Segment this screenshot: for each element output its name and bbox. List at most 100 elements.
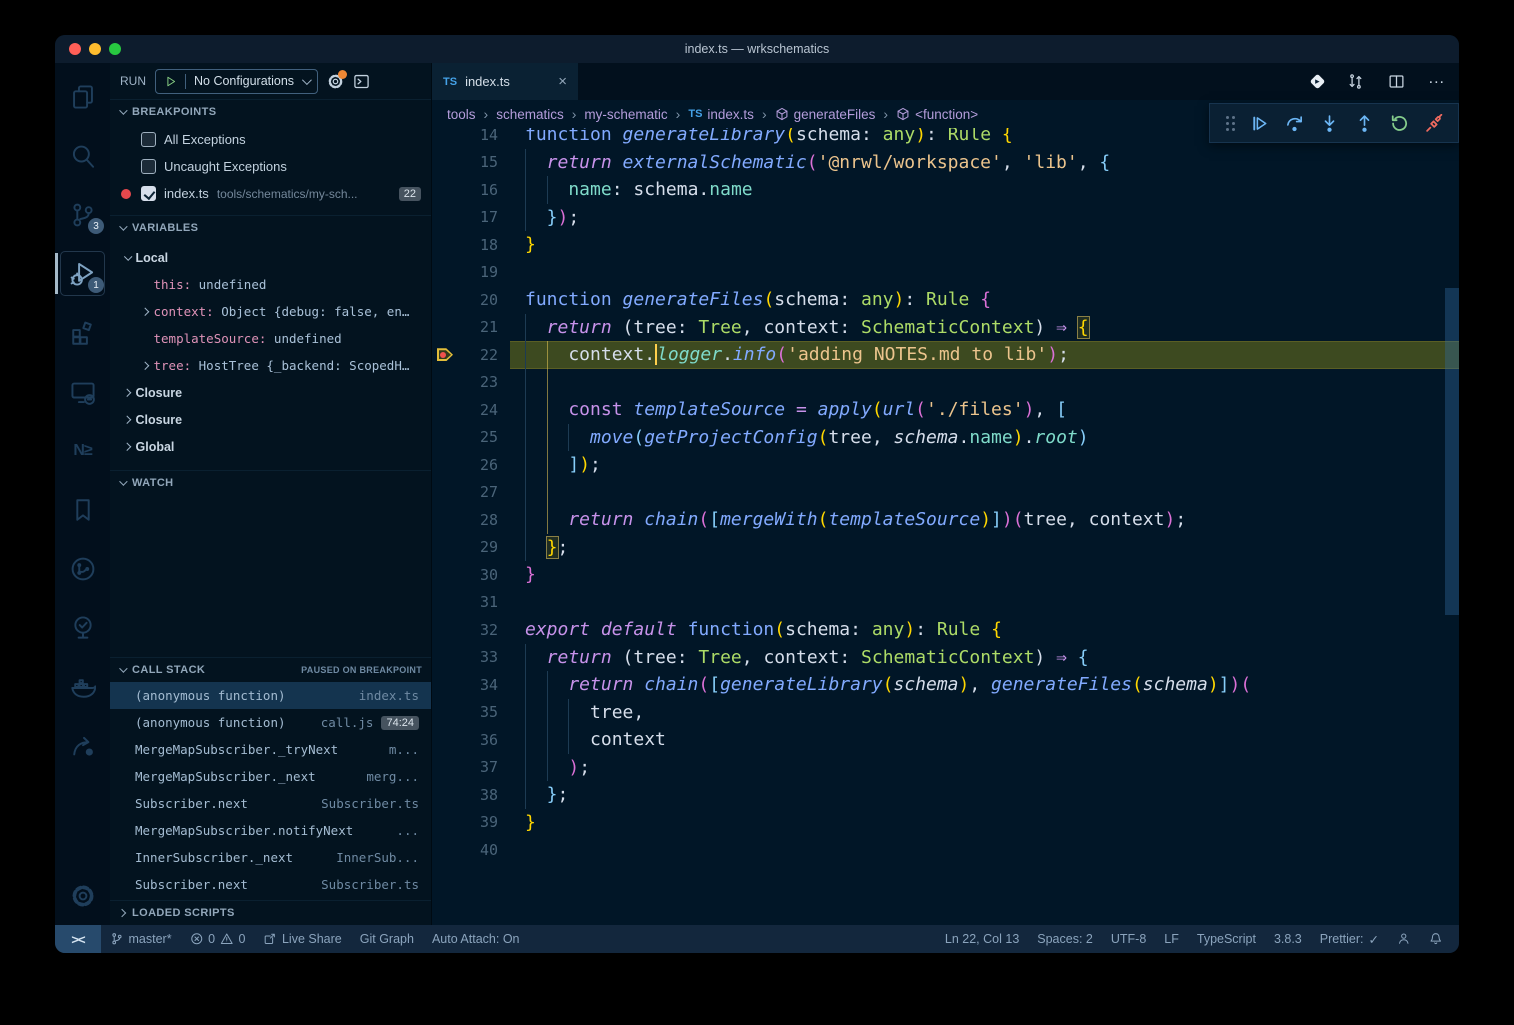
notifications-button[interactable] — [1420, 925, 1452, 953]
git-branch-item[interactable]: master* — [101, 925, 181, 953]
debug-restart-button[interactable] — [1384, 108, 1415, 138]
debug-disconnect-button[interactable] — [1419, 108, 1450, 138]
variable-row[interactable]: Closure — [110, 379, 431, 406]
zoom-window-button[interactable] — [109, 43, 121, 55]
editor-gutter[interactable]: 32 — [432, 616, 510, 644]
breadcrumb-item[interactable]: <function> — [896, 107, 978, 122]
breadcrumb-item[interactable]: generateFiles — [775, 107, 876, 122]
activity-item-explorer[interactable] — [55, 67, 110, 126]
editor-gutter[interactable]: 18 — [432, 231, 510, 259]
editor-gutter[interactable]: 25 — [432, 424, 510, 452]
call-stack-frame[interactable]: (anonymous function)index.ts — [110, 682, 431, 709]
git-graph-item[interactable]: Git Graph — [351, 925, 423, 953]
debug-step-over-button[interactable] — [1279, 108, 1310, 138]
editor-gutter[interactable]: 26 — [432, 451, 510, 479]
call-stack-frame[interactable]: MergeMapSubscriber._nextmerg... — [110, 763, 431, 790]
tab-index-ts[interactable]: TS index.ts × — [432, 63, 578, 100]
debug-step-into-button[interactable] — [1314, 108, 1345, 138]
editor-gutter[interactable]: 24 — [432, 396, 510, 424]
call-stack-frame[interactable]: Subscriber.nextSubscriber.ts — [110, 871, 431, 898]
breakpoint-row[interactable]: index.tstools/schematics/my-sch...22 — [110, 180, 431, 207]
call-stack-frame[interactable]: InnerSubscriber._nextInnerSub... — [110, 844, 431, 871]
editor-gutter[interactable]: 36 — [432, 726, 510, 754]
breakpoint-checkbox[interactable] — [141, 159, 156, 174]
activity-item-nx-console[interactable]: N≥ — [55, 421, 110, 480]
editor-gutter[interactable]: 37 — [432, 754, 510, 782]
language-mode-item[interactable]: TypeScript — [1188, 925, 1265, 953]
editor-gutter[interactable]: 22 — [432, 341, 510, 369]
action-run-file-button[interactable]: ▸ — [1312, 76, 1323, 87]
editor-gutter[interactable]: 20 — [432, 286, 510, 314]
action-split-editor-button[interactable] — [1388, 73, 1405, 90]
live-share-item[interactable]: Live Share — [254, 925, 350, 953]
editor-gutter[interactable]: 23 — [432, 369, 510, 397]
activity-item-manage[interactable] — [55, 866, 110, 925]
variable-row[interactable]: templateSource: undefined — [110, 325, 431, 352]
activity-item-search[interactable] — [55, 126, 110, 185]
prettier-item[interactable]: Prettier:✓ — [1311, 925, 1388, 953]
call-stack-frame[interactable]: MergeMapSubscriber.notifyNext... — [110, 817, 431, 844]
indentation-item[interactable]: Spaces: 2 — [1028, 925, 1102, 953]
breadcrumb-item[interactable]: schematics — [496, 107, 564, 122]
breakpoints-section-header[interactable]: BREAKPOINTS — [110, 99, 431, 124]
editor-scroll-bar[interactable] — [1445, 288, 1459, 615]
activity-item-bookmarks[interactable] — [55, 480, 110, 539]
editor-gutter[interactable]: 21 — [432, 314, 510, 342]
typescript-version-item[interactable]: 3.8.3 — [1265, 925, 1311, 953]
activity-item-docker[interactable] — [55, 657, 110, 716]
activity-item-extensions[interactable] — [55, 303, 110, 362]
editor-gutter[interactable]: 17 — [432, 204, 510, 232]
call-stack-section-header[interactable]: CALL STACK PAUSED ON BREAKPOINT — [110, 657, 431, 682]
editor-gutter[interactable]: 33 — [432, 644, 510, 672]
watch-section-header[interactable]: WATCH — [110, 470, 431, 495]
editor-gutter[interactable]: 28 — [432, 506, 510, 534]
breakpoint-gutter[interactable] — [432, 348, 458, 361]
call-stack-frame[interactable]: Subscriber.nextSubscriber.ts — [110, 790, 431, 817]
editor-gutter[interactable]: 16 — [432, 176, 510, 204]
close-tab-icon[interactable]: × — [558, 73, 567, 90]
editor-gutter[interactable]: 31 — [432, 589, 510, 617]
auto-attach-item[interactable]: Auto Attach: On — [423, 925, 529, 953]
cursor-position-item[interactable]: Ln 22, Col 13 — [936, 925, 1028, 953]
variable-row[interactable]: tree: HostTree {_backend: ScopedH… — [110, 352, 431, 379]
title-bar[interactable]: index.ts — wrkschematics — [55, 35, 1459, 63]
activity-item-source-control[interactable]: 3 — [55, 185, 110, 244]
code-editor[interactable]: 14function generateLibrary(schema: any):… — [432, 128, 1459, 925]
variables-section-header[interactable]: VARIABLES — [110, 215, 431, 240]
debug-step-out-button[interactable] — [1349, 108, 1380, 138]
variable-row[interactable]: Global — [110, 433, 431, 460]
encoding-item[interactable]: UTF-8 — [1102, 925, 1155, 953]
editor-gutter[interactable]: 34 — [432, 671, 510, 699]
activity-item-test-tree[interactable] — [55, 598, 110, 657]
activity-item-run-debug[interactable]: 1 — [55, 244, 110, 303]
close-window-button[interactable] — [69, 43, 81, 55]
feedback-button[interactable] — [1388, 925, 1420, 953]
configure-gear-button[interactable] — [327, 73, 344, 90]
editor-gutter[interactable]: 19 — [432, 259, 510, 287]
variable-row[interactable]: context: Object {debug: false, en… — [110, 298, 431, 325]
editor-gutter[interactable]: 14 — [432, 128, 510, 149]
eol-item[interactable]: LF — [1155, 925, 1188, 953]
editor-gutter[interactable]: 30 — [432, 561, 510, 589]
minimize-window-button[interactable] — [89, 43, 101, 55]
variable-row[interactable]: Closure — [110, 406, 431, 433]
activity-item-live-share[interactable] — [55, 716, 110, 775]
remote-indicator[interactable]: >< — [55, 925, 101, 953]
editor-gutter[interactable]: 40 — [432, 836, 510, 864]
variable-row[interactable]: this: undefined — [110, 271, 431, 298]
loaded-scripts-section-header[interactable]: LOADED SCRIPTS — [110, 900, 431, 925]
breadcrumb-item[interactable]: tools — [447, 107, 476, 122]
editor-gutter[interactable]: 35 — [432, 699, 510, 727]
editor-gutter[interactable]: 27 — [432, 479, 510, 507]
activity-item-remote-explorer[interactable] — [55, 362, 110, 421]
debug-continue-button[interactable] — [1244, 108, 1275, 138]
activity-item-git-graph[interactable] — [55, 539, 110, 598]
call-stack-frame[interactable]: MergeMapSubscriber._tryNextm... — [110, 736, 431, 763]
breakpoint-row[interactable]: Uncaught Exceptions — [110, 153, 431, 180]
breadcrumb-item[interactable]: TSindex.ts — [688, 107, 754, 122]
action-open-changes-button[interactable] — [1347, 73, 1364, 90]
problems-item[interactable]: 0 0 — [181, 925, 255, 953]
start-debug-icon[interactable] — [164, 75, 177, 88]
editor-gutter[interactable]: 15 — [432, 149, 510, 177]
debug-console-button[interactable] — [353, 73, 370, 90]
